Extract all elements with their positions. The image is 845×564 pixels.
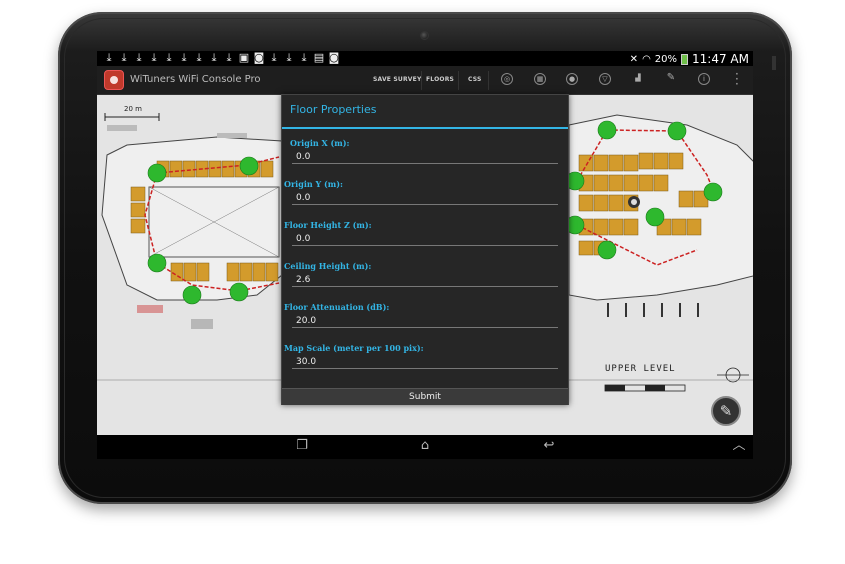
download-icon: ⤓: [271, 51, 277, 64]
download-icon: ⤓: [286, 51, 292, 64]
divider: [458, 71, 459, 90]
mute-icon: ✕: [629, 53, 639, 65]
download-icon: ⤓: [121, 51, 127, 64]
clock: 11:47 AM: [692, 52, 749, 66]
download-icon: ⤓: [211, 51, 217, 64]
recent-apps-icon[interactable]: ❐: [292, 439, 312, 453]
image-icon: ▣: [238, 51, 250, 64]
chevron-up-icon[interactable]: ︿: [729, 439, 749, 453]
download-icon: ⤓: [181, 51, 187, 64]
navigation-bar: ❐ ⌂ ↩ ︿: [97, 435, 753, 459]
action-bar: WiTuners WiFi Console Pro SAVE SURVEY FL…: [97, 66, 753, 95]
signal-icon[interactable]: ▟: [632, 73, 644, 85]
download-icon: ⤓: [136, 51, 142, 64]
camera-icon: ◙: [328, 51, 340, 64]
download-icon: ⤓: [226, 51, 232, 64]
system-status: ✕ ◠ 20% 11:47 AM: [630, 52, 749, 66]
back-icon[interactable]: ↩: [539, 439, 559, 453]
upper-level-label: UPPER LEVEL: [605, 364, 676, 374]
download-icon: ⤓: [166, 51, 172, 64]
notification-icons: ⤓ ⤓ ⤓ ⤓ ⤓ ⤓ ⤓ ⤓ ⤓ ▣ ◙ ⤓ ⤓ ⤓ ▤ ◙: [103, 52, 340, 64]
battery-icon: [681, 53, 689, 65]
wrench-icon[interactable]: ✎: [665, 73, 677, 85]
floor-attenuation-field[interactable]: [292, 314, 558, 328]
battery-percent: 20%: [654, 53, 678, 65]
app-title: WiTuners WiFi Console Pro: [130, 74, 261, 85]
front-camera: [420, 31, 429, 40]
origin-x-field[interactable]: [292, 150, 558, 164]
map-scale-field[interactable]: [292, 355, 558, 369]
status-bar: ⤓ ⤓ ⤓ ⤓ ⤓ ⤓ ⤓ ⤓ ⤓ ▣ ◙ ⤓ ⤓ ⤓ ▤ ◙ ✕ ◠ 20% …: [97, 51, 753, 66]
edit-button[interactable]: ✎: [711, 396, 741, 426]
edit-icon: ✎: [719, 402, 733, 420]
filter-icon[interactable]: ▽: [599, 73, 611, 85]
gallery-icon: ▤: [313, 51, 325, 64]
map-scale-label: 20 m: [124, 105, 142, 113]
survey-icon[interactable]: ◎: [501, 73, 513, 85]
floor-attenuation-label: Floor Attenuation (dB):: [284, 302, 390, 312]
dialog-title: Floor Properties: [290, 103, 377, 116]
submit-button[interactable]: Submit: [282, 388, 568, 405]
divider: [421, 71, 422, 90]
download-icon: ⤓: [106, 51, 112, 64]
circle-icon[interactable]: ●: [566, 73, 578, 85]
info-icon[interactable]: i: [698, 73, 710, 85]
map-scale-label: Map Scale (meter per 100 pix):: [284, 343, 424, 353]
title-divider: [282, 127, 568, 129]
divider: [488, 71, 489, 90]
grid-icon[interactable]: ▦: [534, 73, 546, 85]
floor-properties-dialog: Floor Properties Origin X (m): Origin Y …: [281, 94, 569, 405]
camera-icon: ◙: [253, 51, 265, 64]
origin-y-label: Origin Y (m):: [284, 179, 343, 189]
download-icon: ⤓: [151, 51, 157, 64]
origin-y-field[interactable]: [292, 191, 558, 205]
download-icon: ⤓: [301, 51, 307, 64]
volume-button: [772, 56, 776, 70]
overflow-menu-icon[interactable]: · · ·: [735, 68, 739, 90]
app-logo-icon[interactable]: [104, 70, 124, 90]
css-button[interactable]: CSS: [468, 76, 482, 83]
home-icon[interactable]: ⌂: [415, 439, 435, 453]
wifi-icon: ◠: [642, 53, 651, 65]
ceiling-height-field[interactable]: [292, 273, 558, 287]
origin-x-label: Origin X (m):: [290, 138, 350, 148]
floors-button[interactable]: FLOORS: [426, 76, 454, 83]
screen: ⤓ ⤓ ⤓ ⤓ ⤓ ⤓ ⤓ ⤓ ⤓ ▣ ◙ ⤓ ⤓ ⤓ ▤ ◙ ✕ ◠ 20% …: [97, 51, 753, 459]
download-icon: ⤓: [196, 51, 202, 64]
floor-height-label: Floor Height Z (m):: [284, 220, 372, 230]
ceiling-height-label: Ceiling Height (m):: [284, 261, 372, 271]
floor-height-field[interactable]: [292, 232, 558, 246]
save-survey-button[interactable]: SAVE SURVEY: [373, 76, 422, 83]
